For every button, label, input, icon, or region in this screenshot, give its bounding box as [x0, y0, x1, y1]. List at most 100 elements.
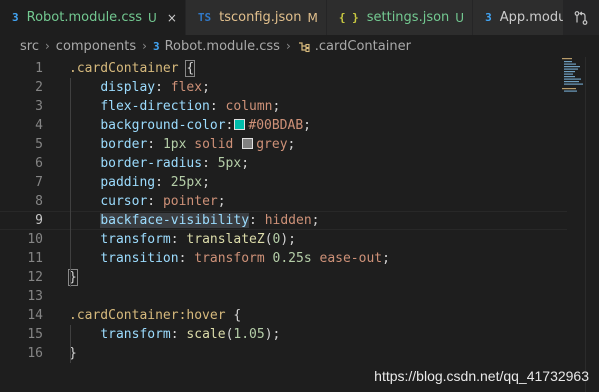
- tab-status-badge: M: [307, 10, 318, 25]
- css-file-icon: 3: [152, 39, 160, 53]
- breadcrumb-components[interactable]: components: [56, 39, 136, 54]
- code-token: 1px: [162, 137, 187, 152]
- code-token: 25px: [170, 175, 203, 190]
- line-number: 15: [27, 327, 43, 342]
- vertical-scrollbar[interactable]: [585, 57, 599, 392]
- code-token: ;: [202, 175, 210, 190]
- line-number: 2: [35, 80, 43, 95]
- code-line[interactable]: 12}: [0, 268, 567, 287]
- minimap[interactable]: [561, 57, 585, 107]
- code-token: border-radius: [100, 156, 203, 171]
- breadcrumb-file[interactable]: Robot.module.css: [165, 39, 280, 54]
- code-token: {: [185, 60, 196, 77]
- json-file-icon: { }: [338, 11, 359, 24]
- color-swatch[interactable]: [242, 138, 254, 149]
- code-token: transition: [100, 251, 179, 266]
- code-token: :: [147, 137, 163, 152]
- code-token: ;: [311, 213, 320, 228]
- chevron-right-icon: ›: [285, 39, 291, 53]
- code-token: :: [170, 232, 187, 247]
- code-line[interactable]: 2 display: flex;: [0, 78, 567, 97]
- code-text: .cardContainer {: [69, 59, 196, 78]
- code-text: transition: transform 0.25s ease-out;: [69, 249, 390, 268]
- tab-label: settings.json: [366, 10, 450, 25]
- code-token: .cardContainer: [69, 61, 179, 76]
- tab-label: Robot.module.css: [26, 10, 143, 25]
- code-line[interactable]: 11 transition: transform 0.25s ease-out;: [0, 249, 567, 268]
- code-line[interactable]: 4 background-color: #00BDAB;: [0, 116, 567, 135]
- code-token: :: [209, 99, 226, 114]
- tab-status-badge: U: [148, 10, 157, 25]
- line-number: 3: [35, 99, 43, 114]
- tab-0[interactable]: 3 Robot.module.css U ×: [0, 0, 186, 35]
- code-token: ;: [202, 80, 210, 95]
- breadcrumb-src[interactable]: src: [20, 39, 39, 54]
- code-token: );: [264, 327, 281, 342]
- code-token: hidden: [264, 213, 312, 228]
- code-line[interactable]: 3 flex-direction: column;: [0, 97, 567, 116]
- source-control-button[interactable]: [563, 0, 599, 35]
- code-token: ;: [272, 99, 281, 114]
- code-line[interactable]: 7 padding: 25px;: [0, 173, 567, 192]
- code-line[interactable]: 1 .cardContainer {: [0, 59, 567, 78]
- code-token: :: [155, 175, 171, 190]
- code-line[interactable]: 9 backface-visibility: hidden;: [0, 211, 567, 230]
- code-line[interactable]: 15 transform: scale(1.05);: [0, 325, 567, 344]
- breadcrumb-symbol[interactable]: .cardContainer: [315, 39, 411, 54]
- code-line[interactable]: 8 cursor: pointer;: [0, 192, 567, 211]
- code-token: :: [170, 327, 187, 342]
- code-token: {: [225, 308, 242, 323]
- code-text: background-color: #00BDAB;: [69, 116, 311, 135]
- code-token: #00BDAB: [248, 118, 304, 133]
- tab-label: App.modu: [499, 10, 567, 25]
- code-token: (: [264, 232, 273, 247]
- indent-guide: [70, 78, 71, 287]
- code-token: ;: [382, 251, 390, 266]
- code-token: flex: [170, 80, 203, 95]
- line-number: 7: [35, 175, 43, 190]
- code-token: ;: [241, 156, 250, 171]
- css-file-icon: 3: [12, 11, 19, 24]
- breadcrumb: src › components › 3 Robot.module.css › …: [0, 35, 599, 57]
- code-token: .cardContainer:hover: [69, 308, 226, 323]
- chevron-right-icon: ›: [142, 39, 147, 53]
- code-token: translateZ: [186, 232, 265, 247]
- code-line[interactable]: 6 border-radius: 5px;: [0, 154, 567, 173]
- code-text: .cardContainer:hover {: [69, 306, 241, 325]
- code-line[interactable]: 16}: [0, 344, 567, 363]
- code-token: backface-visibility: [100, 213, 250, 228]
- code-line[interactable]: 10 transform: translateZ(0);: [0, 230, 567, 249]
- code-text: border: 1px solid grey;: [69, 135, 295, 154]
- line-number: 8: [35, 194, 43, 209]
- line-number: 9: [35, 213, 43, 228]
- code-token: :: [249, 213, 265, 228]
- line-number: 6: [35, 156, 43, 171]
- code-editor[interactable]: 1 .cardContainer {2 display: flex; 3 flex-…: [0, 57, 599, 392]
- tab-3[interactable]: 3 App.modu: [473, 0, 576, 35]
- code-token: column: [225, 99, 273, 114]
- color-swatch[interactable]: [234, 119, 246, 130]
- code-token: 1.05: [233, 327, 265, 342]
- tab-2[interactable]: { } settings.json U: [326, 0, 474, 35]
- code-line[interactable]: 5 border: 1px solid grey;: [0, 135, 567, 154]
- close-icon[interactable]: ×: [167, 11, 177, 25]
- line-number: 1: [35, 61, 43, 76]
- watermark: https://blog.csdn.net/qq_41732963: [374, 368, 589, 384]
- code-text: backface-visibility: hidden;: [69, 212, 319, 229]
- code-token: border: [100, 137, 148, 152]
- tab-1[interactable]: TS tsconfig.json M: [185, 0, 327, 35]
- code-line[interactable]: 14 .cardContainer:hover {: [0, 306, 567, 325]
- line-number: 13: [27, 289, 43, 304]
- code-text: display: flex;: [69, 78, 210, 97]
- line-number: 12: [27, 270, 43, 285]
- code-line[interactable]: 13: [0, 287, 567, 306]
